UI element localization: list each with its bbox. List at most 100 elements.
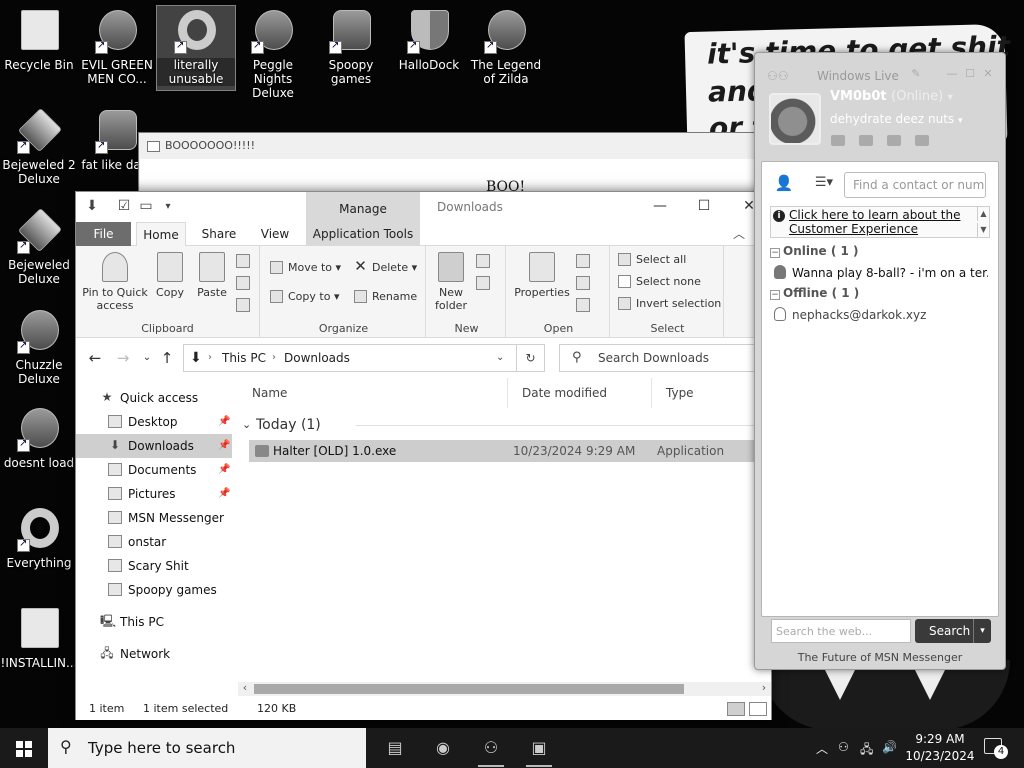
msn-display-picture[interactable]: [769, 93, 821, 145]
properties-checkbox-icon[interactable]: ☑: [116, 198, 132, 215]
nav-item-pictures[interactable]: Pictures 📌: [76, 482, 232, 506]
customer-experience-link[interactable]: Click here to learn about the Customer E…: [789, 208, 979, 236]
column-header-name[interactable]: Name: [238, 378, 508, 408]
nav-item-downloads[interactable]: ⬇ Downloads 📌: [76, 434, 232, 458]
move-to-button[interactable]: Move to ▾: [270, 258, 341, 278]
show-hidden-icons-chevron-icon[interactable]: ︿: [816, 740, 828, 757]
messenger-tray-icon[interactable]: ⚇: [838, 740, 849, 754]
add-contact-icon[interactable]: 👤: [770, 172, 798, 194]
tab-share[interactable]: Share: [194, 222, 244, 246]
tab-home[interactable]: Home: [136, 222, 186, 247]
breadcrumb-this-pc[interactable]: This PC: [222, 345, 266, 371]
msn-messenger-taskbar-icon[interactable]: ⚇: [474, 732, 508, 767]
desktop-icon-chuzzle[interactable]: Chuzzle Deluxe: [0, 306, 78, 386]
rename-button[interactable]: Rename: [354, 287, 417, 307]
details-view-icon[interactable]: [727, 702, 745, 716]
explorer-titlebar[interactable]: ⬇ ☑ ▭ ▾ Manage Downloads — ☐ ✕: [76, 192, 771, 222]
msn-titlebar[interactable]: ⚇⚇ Windows Live ✎ — ☐ ✕: [755, 59, 1005, 87]
msn-footer-ad[interactable]: The Future of MSN Messenger: [755, 651, 1005, 664]
msn-display-name[interactable]: VM0b0t (Online) ▾: [830, 89, 953, 104]
copy-to-button[interactable]: Copy to ▾: [270, 287, 339, 307]
new-folder-quick-icon[interactable]: ▭: [138, 198, 154, 215]
nav-this-pc[interactable]: 🖳 This PC: [76, 610, 232, 634]
edit-icon[interactable]: [576, 276, 590, 290]
desktop-icon-recycle-bin[interactable]: Recycle Bin: [0, 6, 78, 72]
nav-item-scary-shit[interactable]: Scary Shit: [76, 554, 232, 578]
web-search-button[interactable]: Search ▾: [915, 619, 991, 643]
desktop-icon-hallodock[interactable]: HalloDock: [390, 6, 468, 72]
mail-icon[interactable]: [831, 135, 845, 146]
msn-close-button[interactable]: ✕: [981, 67, 995, 80]
msn-maximize-button[interactable]: ☐: [963, 67, 977, 80]
breadcrumb-chevron-icon[interactable]: ›: [208, 345, 212, 371]
table-row[interactable]: Halter [OLD] 1.0.exe 10/23/2024 9:29 AM …: [249, 440, 771, 462]
minimize-button[interactable]: —: [637, 192, 683, 222]
open-icon[interactable]: [576, 254, 590, 268]
banner-scroll-down-icon[interactable]: ▼: [977, 223, 989, 237]
file-explorer-taskbar-icon[interactable]: ▤: [378, 732, 412, 764]
maximize-button[interactable]: ☐: [681, 192, 727, 222]
large-icons-view-icon[interactable]: [749, 702, 767, 716]
volume-icon[interactable]: 🔊: [882, 740, 897, 754]
group-online[interactable]: − Online ( 1 ): [770, 244, 859, 258]
tab-view[interactable]: View: [252, 222, 298, 246]
column-header-date[interactable]: Date modified: [508, 378, 652, 408]
manage-context-tab[interactable]: Manage: [306, 192, 420, 222]
desktop-icon-installing[interactable]: !INSTALLIN...: [0, 604, 78, 670]
search-box[interactable]: ⚲: [559, 344, 761, 372]
banner-scroll-up-icon[interactable]: ▲: [977, 207, 989, 221]
desktop-icon-bejeweled-2[interactable]: Bejeweled 2 Deluxe: [0, 106, 78, 186]
horizontal-scrollbar[interactable]: ‹ ›: [238, 681, 771, 696]
taskbar-clock[interactable]: 9:29 AM 10/23/2024: [904, 731, 976, 765]
nav-item-documents[interactable]: Documents 📌: [76, 458, 232, 482]
address-bar[interactable]: ⬇ › This PC › Downloads ⌄: [183, 344, 517, 372]
action-center-icon[interactable]: 4: [984, 738, 1008, 759]
desktop-icon-peggle-nights[interactable]: Peggle Nights Deluxe: [234, 6, 312, 100]
forward-arrow-icon[interactable]: →: [112, 347, 134, 369]
back-arrow-icon[interactable]: ←: [84, 347, 106, 369]
desktop-icon-bejeweled[interactable]: Bejeweled Deluxe: [0, 206, 78, 286]
group-offline[interactable]: − Offline ( 1 ): [770, 286, 859, 300]
recent-locations-chevron-icon[interactable]: ⌄: [136, 347, 158, 369]
nav-quick-access[interactable]: ★ Quick access: [76, 386, 232, 410]
nav-item-msn-messenger[interactable]: MSN Messenger: [76, 506, 232, 530]
boo-window-taskbar-icon[interactable]: ▣: [522, 732, 556, 767]
customize-quick-access-icon[interactable]: ▾: [160, 198, 176, 215]
pin-to-quick-access-button[interactable]: Pin to Quick access: [82, 252, 148, 312]
desktop-icon-everything[interactable]: Everything: [0, 504, 78, 570]
msn-menu-icon[interactable]: ✎: [909, 67, 923, 80]
nav-item-desktop[interactable]: Desktop 📌: [76, 410, 232, 434]
desktop-icon-doesnt-load[interactable]: doesnt load: [0, 404, 78, 470]
column-header-type[interactable]: Type: [652, 378, 768, 408]
breadcrumb-downloads[interactable]: Downloads: [284, 345, 350, 371]
easy-access-icon[interactable]: [476, 276, 490, 290]
nav-network[interactable]: 🖧 Network: [76, 642, 232, 666]
msn-butterfly-icon[interactable]: [915, 135, 929, 146]
desktop-icon-literally-unusable[interactable]: literally unusable: [156, 5, 236, 91]
file-explorer-window[interactable]: ⬇ ☑ ▭ ▾ Manage Downloads — ☐ ✕ File Home…: [75, 191, 772, 720]
nav-item-spoopy-games[interactable]: Spoopy games: [76, 578, 232, 602]
spaces-icon[interactable]: [859, 135, 873, 146]
list-item[interactable]: nephacks@darkok.xyz: [774, 306, 988, 324]
tab-file[interactable]: File: [76, 222, 131, 246]
network-icon[interactable]: 🖧: [860, 740, 873, 761]
delete-button[interactable]: ✕ Delete ▾: [354, 258, 417, 278]
list-item[interactable]: Wanna play 8-ball? - i'm on a ter...: [774, 264, 988, 282]
new-folder-button[interactable]: New folder: [434, 252, 468, 312]
tab-application-tools[interactable]: Application Tools: [306, 222, 420, 246]
search-dropdown-icon[interactable]: ▾: [973, 619, 991, 643]
refresh-icon[interactable]: ↻: [517, 344, 545, 372]
properties-button[interactable]: Properties: [512, 252, 572, 299]
nav-item-onstar[interactable]: onstar: [76, 530, 232, 554]
msn-minimize-button[interactable]: —: [945, 67, 959, 80]
address-dropdown-icon[interactable]: ⌄: [496, 345, 504, 371]
taskbar-search[interactable]: ⚲ Type here to search: [48, 728, 366, 768]
copy-path-icon[interactable]: [236, 276, 250, 290]
firefox-taskbar-icon[interactable]: ◉: [426, 732, 460, 764]
group-header-today[interactable]: ⌄ Today (1): [238, 414, 768, 436]
up-arrow-icon[interactable]: ↑: [156, 347, 178, 369]
msn-messenger-window[interactable]: ⚇⚇ Windows Live ✎ — ☐ ✕ VM0b0t (Online) …: [754, 52, 1006, 670]
collapse-ribbon-icon[interactable]: ︿: [730, 222, 748, 246]
cut-icon[interactable]: [236, 254, 250, 268]
status-dropdown-icon[interactable]: ▾: [948, 92, 953, 103]
